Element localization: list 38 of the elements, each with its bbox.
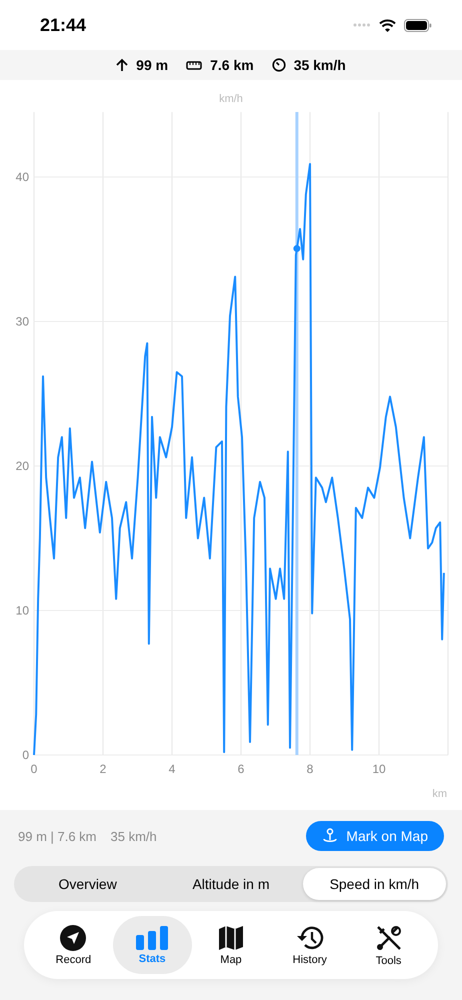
segment-tab[interactable]: Altitude in m <box>159 868 303 900</box>
ruler-icon <box>186 60 202 70</box>
axis-unit: km <box>432 788 447 800</box>
wifi-icon <box>379 18 396 32</box>
segment-tab[interactable]: Overview <box>16 868 160 900</box>
tab-item[interactable]: Record <box>34 916 113 974</box>
axis-label: 0 <box>30 762 38 776</box>
tools-icon <box>374 924 403 952</box>
axis-label: 0 <box>22 748 29 762</box>
summary-value: 35 km/h <box>294 57 346 73</box>
bar-chart-icon <box>136 926 168 950</box>
pin-icon <box>322 828 338 844</box>
axis-label: 30 <box>16 314 29 329</box>
tab-item[interactable]: Tools <box>349 916 428 974</box>
map-icon <box>218 924 244 950</box>
axis-label: 6 <box>238 762 244 776</box>
signal-icon <box>353 23 371 27</box>
timer-icon <box>272 58 286 72</box>
axis-label: 10 <box>372 762 386 776</box>
axis-unit: km/h <box>219 93 243 105</box>
mark-on-map-button[interactable]: Mark on Map <box>306 821 444 851</box>
axis-label: 10 <box>16 604 29 618</box>
summary-value: 99 m <box>136 57 168 73</box>
up-arrow-icon <box>116 58 128 72</box>
history-icon <box>296 924 324 950</box>
axis-label: 2 <box>100 762 106 776</box>
summary-value: 7.6 km <box>210 57 254 73</box>
axis-label: 40 <box>16 170 29 184</box>
speed-readout: 35 km/h <box>110 828 157 844</box>
position-readout: 99 m | 7.6 km <box>18 828 97 844</box>
tab-item[interactable]: History <box>270 916 350 974</box>
status-time: 21:44 <box>40 14 86 36</box>
axis-label: 4 <box>168 762 176 776</box>
battery-icon <box>404 18 432 32</box>
axis-label: 20 <box>16 459 29 473</box>
axis-label: 8 <box>306 762 314 776</box>
segment-tab[interactable]: Speed in km/h <box>302 868 446 900</box>
tab-item[interactable]: Map <box>192 916 270 974</box>
